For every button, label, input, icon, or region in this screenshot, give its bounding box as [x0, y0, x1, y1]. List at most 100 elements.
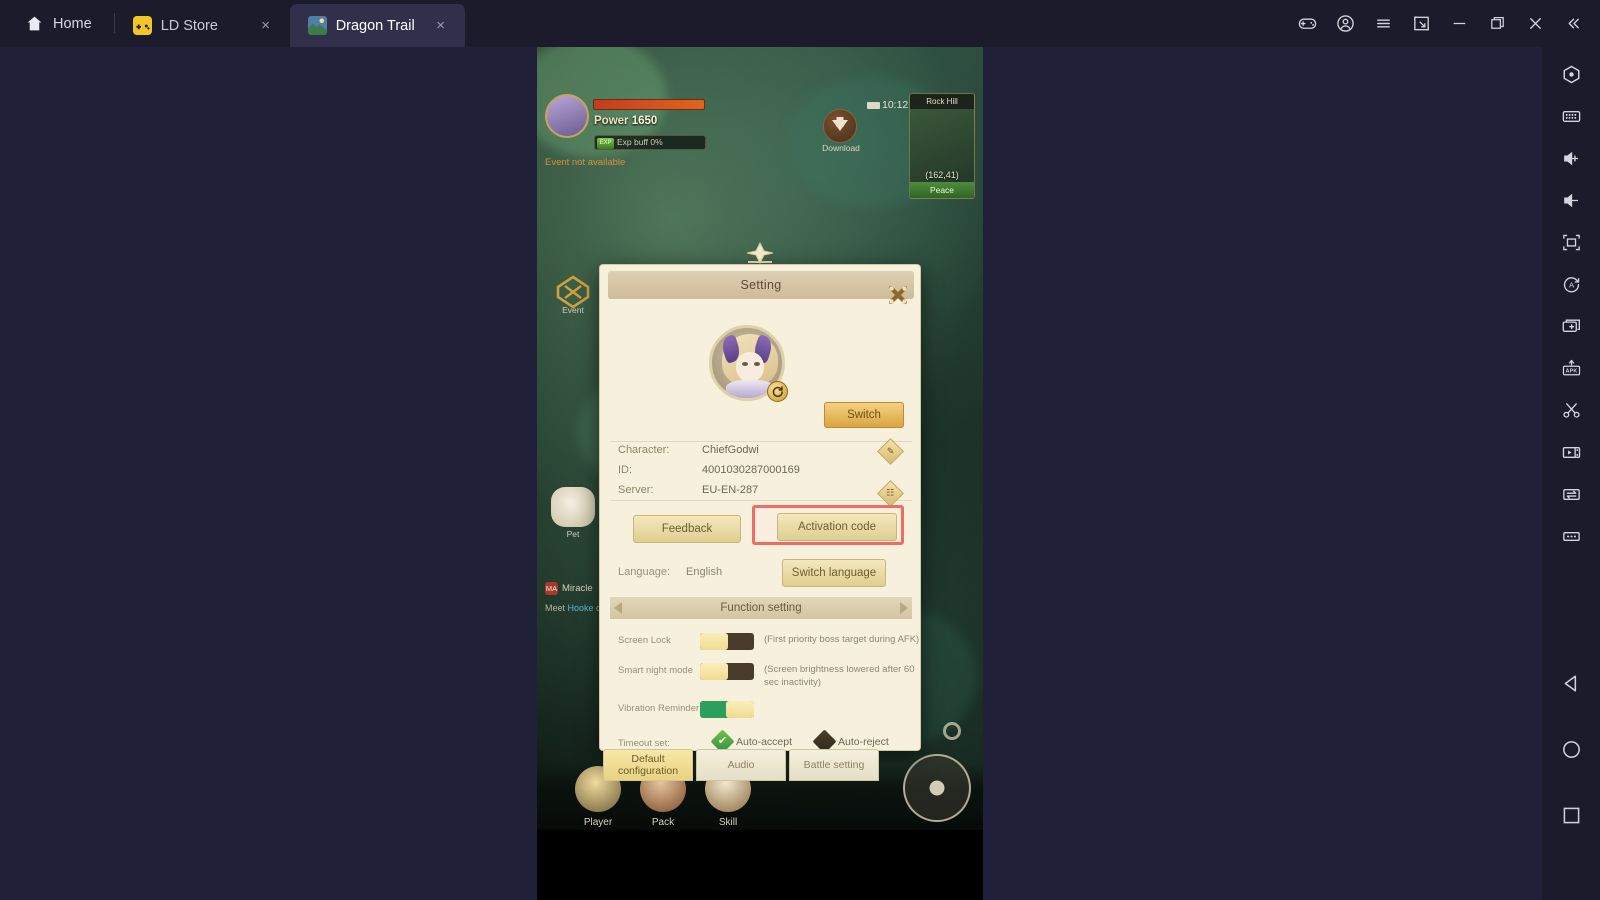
account-icon[interactable]: [1326, 0, 1364, 47]
event-label: Event: [562, 305, 584, 315]
edit-icon-glyph: ✎: [886, 445, 895, 456]
svg-text:APK: APK: [1565, 368, 1577, 374]
tab-ld-store[interactable]: LD Store ×: [115, 4, 290, 47]
auto-rotate-icon[interactable]: A: [1542, 263, 1600, 305]
timeout-option-auto-accept[interactable]: ✔ Auto-accept: [710, 729, 793, 754]
timeout-option-auto-reject[interactable]: Auto-reject: [812, 729, 889, 754]
multi-instance-icon[interactable]: [1542, 305, 1600, 347]
minimap-title: Rock Hill: [910, 94, 974, 109]
info-key: ID:: [618, 464, 633, 476]
refresh-icon[interactable]: [767, 381, 788, 402]
chat-line[interactable]: MA Miracle: [545, 582, 593, 595]
close-icon[interactable]: [1516, 0, 1554, 47]
home-tab[interactable]: Home: [0, 0, 114, 47]
player-power: Power 1650: [594, 115, 657, 127]
screen-lock-toggle[interactable]: [700, 633, 754, 650]
tab-label: Battle setting: [803, 759, 865, 771]
copy-icon-glyph: ☷: [886, 487, 895, 498]
action-button-row: Feedback Activation code: [600, 505, 922, 549]
maximize-icon[interactable]: [1478, 0, 1516, 47]
tab-default-configuration[interactable]: Default configuration: [603, 749, 693, 781]
info-row-character: Character: ChiefGodwi: [618, 444, 908, 464]
switch-language-button[interactable]: Switch language: [782, 559, 886, 587]
window-controls: [1288, 0, 1600, 47]
battery-icon: [867, 102, 880, 109]
power-value: 1650: [631, 115, 658, 127]
activation-code-button[interactable]: Activation code: [777, 513, 897, 541]
android-home-icon[interactable]: [1542, 716, 1600, 782]
tab-close-icon[interactable]: ×: [431, 16, 451, 36]
pet-icon[interactable]: [551, 487, 595, 527]
feedback-button-label: Feedback: [661, 523, 713, 535]
toggle-knob: [700, 633, 728, 650]
android-back-icon[interactable]: [1542, 650, 1600, 716]
record-macro-icon[interactable]: [1542, 53, 1600, 95]
setting-label: Screen Lock: [618, 635, 671, 646]
tab-dragon-trail[interactable]: Dragon Trail ×: [289, 4, 465, 47]
info-value: EU-EN-287: [702, 484, 759, 496]
timeout-option-label: Auto-accept: [736, 735, 793, 748]
exp-buff-bar: EXP Exp buff 0%: [594, 135, 706, 150]
collapse-toolbar-icon[interactable]: [1554, 0, 1592, 47]
activation-code-highlight: Activation code: [752, 505, 904, 545]
keyboard-mapping-icon[interactable]: [1542, 95, 1600, 137]
menu-icon[interactable]: [1364, 0, 1402, 47]
info-key: Server:: [618, 484, 654, 496]
smart-night-mode-toggle[interactable]: [700, 663, 754, 680]
screen-letterbox: [537, 830, 983, 900]
android-recents-icon[interactable]: [1542, 782, 1600, 848]
dialog-tab-bar: Default configuration Audio Battle setti…: [603, 749, 881, 781]
volume-down-icon[interactable]: [1542, 179, 1600, 221]
volume-up-icon[interactable]: [1542, 137, 1600, 179]
tab-audio[interactable]: Audio: [696, 749, 786, 781]
chat-text-prefix: Meet: [545, 603, 568, 613]
chat-sender: Miracle: [562, 583, 593, 595]
exp-buff-text: Exp buff 0%: [617, 137, 663, 147]
pet-label: Pet: [566, 529, 580, 539]
file-transfer-icon[interactable]: [1542, 473, 1600, 515]
switch-language-label: Switch language: [791, 567, 877, 579]
home-tab-label: Home: [53, 15, 92, 32]
activation-code-label: Activation code: [798, 521, 876, 533]
setting-hint: (First priority boss target during AFK): [764, 634, 920, 645]
dialog-title: Setting: [740, 278, 782, 292]
svg-text:A: A: [1568, 280, 1574, 289]
dialog-body: Switch Character: ChiefGodwi ID: 4001030…: [600, 305, 922, 754]
slot-label: Player: [583, 817, 613, 828]
install-apk-icon[interactable]: APK: [1542, 347, 1600, 389]
language-value: English: [686, 566, 723, 578]
tab-battle-setting[interactable]: Battle setting: [789, 749, 879, 781]
feedback-button[interactable]: Feedback: [633, 515, 741, 543]
shrink-window-icon[interactable]: [1402, 0, 1440, 47]
download-label: Download: [822, 143, 860, 153]
gamepad-icon[interactable]: [1288, 0, 1326, 47]
check-glyph: ✔: [717, 735, 728, 747]
video-record-icon[interactable]: [1542, 431, 1600, 473]
tab-label: Dragon Trail: [335, 17, 415, 34]
tab-strip: Home LD Store × Dragon Trail ×: [0, 0, 465, 47]
directional-pad[interactable]: [903, 754, 971, 822]
info-value: 4001030287000169: [702, 464, 800, 476]
timeout-label: Timeout set:: [618, 738, 670, 749]
avatar-container[interactable]: [709, 325, 788, 402]
switch-account-button[interactable]: Switch: [824, 402, 904, 428]
gamepad-icon: [132, 16, 152, 35]
settings-gear-icon[interactable]: [943, 722, 961, 740]
minimap-state-badge: Peace: [910, 182, 974, 198]
tab-close-icon[interactable]: ×: [256, 16, 276, 36]
chat-text-link[interactable]: Hooke: [568, 603, 594, 613]
screenshot-icon[interactable]: [1542, 389, 1600, 431]
event-icon[interactable]: [555, 275, 591, 309]
minimap[interactable]: Rock Hill (162,41) Peace: [909, 93, 975, 199]
toggle-knob: [700, 663, 728, 680]
function-setting-header: Function setting: [610, 597, 912, 619]
download-icon[interactable]: [823, 109, 857, 143]
more-options-icon[interactable]: [1542, 515, 1600, 557]
player-portrait[interactable]: [545, 94, 589, 138]
vibration-reminder-toggle[interactable]: [700, 701, 754, 718]
fullscreen-icon[interactable]: [1542, 221, 1600, 263]
event-warning-text: Event not available: [545, 157, 626, 168]
info-value: ChiefGodwi: [702, 444, 759, 456]
chat-badge: MA: [545, 582, 558, 595]
minimize-icon[interactable]: [1440, 0, 1478, 47]
